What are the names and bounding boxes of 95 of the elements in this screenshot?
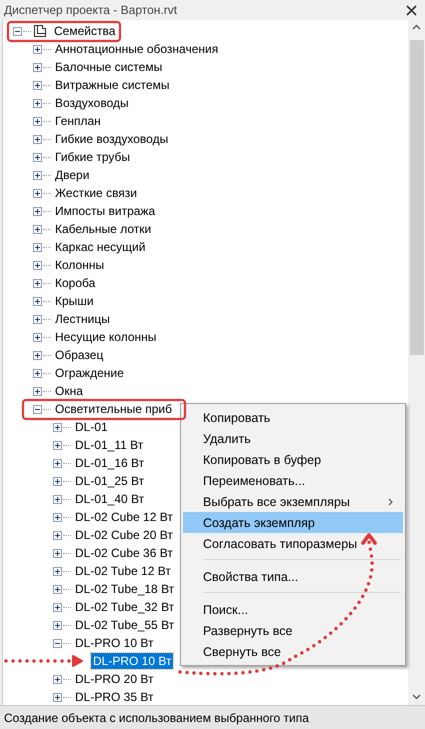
expander-icon[interactable] xyxy=(33,188,42,198)
tree-item[interactable]: Крыши xyxy=(53,293,96,309)
tree-item[interactable]: DL-02 Tube_55 Вт xyxy=(73,617,176,633)
tree-item[interactable]: Балочные системы xyxy=(53,59,164,75)
tree-item[interactable]: Колонны xyxy=(53,257,106,273)
expander-icon[interactable] xyxy=(33,296,42,306)
tree-item[interactable]: Семейства xyxy=(52,23,118,39)
expander-icon[interactable] xyxy=(33,242,42,252)
expander-icon[interactable] xyxy=(33,206,42,216)
tree-item[interactable]: DL-02 Tube 12 Вт xyxy=(73,563,173,579)
menu-item[interactable]: Копировать в буфер xyxy=(183,449,403,470)
menu-item[interactable]: Свойства типа... xyxy=(183,566,403,587)
expander-icon[interactable] xyxy=(33,170,42,180)
tree-item[interactable]: Каркас несущий xyxy=(53,239,148,255)
expander-icon[interactable] xyxy=(53,494,62,504)
expander-icon[interactable] xyxy=(33,98,42,108)
tree-item[interactable]: Аннотационные обозначения xyxy=(53,41,220,57)
expander-icon[interactable] xyxy=(33,260,42,270)
scroll-up-icon[interactable] xyxy=(412,24,421,30)
tree-item[interactable]: Несущие колонны xyxy=(53,329,158,345)
tree-item[interactable]: DL-01_11 Вт xyxy=(73,437,146,453)
menu-item[interactable]: Удалить xyxy=(183,428,403,449)
tree-item[interactable]: Образец xyxy=(53,347,106,363)
expander-icon[interactable] xyxy=(53,458,62,468)
tree-item[interactable]: Воздуховоды xyxy=(53,95,131,111)
chevron-right-icon xyxy=(388,498,393,506)
tree-item[interactable]: Жесткие связи xyxy=(53,185,140,201)
tree-item[interactable]: Двери xyxy=(53,167,92,183)
expander-icon[interactable] xyxy=(53,440,62,450)
tree-item[interactable]: DL-01_40 Вт xyxy=(73,491,146,507)
tree-item[interactable]: DL-01 xyxy=(73,419,110,435)
expander-icon[interactable] xyxy=(33,152,42,162)
window-title: Диспетчер проекта - Вартон.rvt xyxy=(4,3,178,17)
expander-icon[interactable] xyxy=(53,638,62,648)
tree-item[interactable]: DL-01_25 Вт xyxy=(73,473,146,489)
expander-icon[interactable] xyxy=(53,602,62,612)
expander-icon[interactable] xyxy=(53,530,62,540)
expander-icon[interactable] xyxy=(33,386,42,396)
tree-item[interactable]: DL-02 Cube 20 Вт xyxy=(73,527,175,543)
tree-item[interactable]: Ограждение xyxy=(53,365,126,381)
tree-item[interactable]: DL-PRO 10 Вт xyxy=(73,635,156,651)
expander-icon[interactable] xyxy=(53,476,62,486)
expander-icon[interactable] xyxy=(53,512,62,522)
scroll-thumb[interactable] xyxy=(410,40,424,355)
expander-icon[interactable] xyxy=(33,44,42,54)
menu-item[interactable]: Свернуть все xyxy=(183,641,403,662)
menu-item[interactable]: Переименовать... xyxy=(183,470,403,491)
expander-icon[interactable] xyxy=(13,26,22,36)
expander-icon[interactable] xyxy=(53,548,62,558)
tree-item[interactable]: Импосты витража xyxy=(53,203,158,219)
expander-icon[interactable] xyxy=(33,80,42,90)
expander-icon[interactable] xyxy=(53,584,62,594)
tree-item[interactable]: DL-01_16 Вт xyxy=(73,455,146,471)
tree-item[interactable]: Окна xyxy=(53,383,85,399)
tree-item[interactable]: Витражные системы xyxy=(53,77,172,93)
expander-icon[interactable] xyxy=(53,566,62,576)
expander-icon[interactable] xyxy=(33,368,42,378)
tree-item[interactable]: Гибкие трубы xyxy=(53,149,132,165)
menu-item[interactable]: Развернуть все xyxy=(183,620,403,641)
expander-icon[interactable] xyxy=(33,116,42,126)
menu-item[interactable]: Выбрать все экземпляры xyxy=(183,491,403,512)
tree-item[interactable]: Генплан xyxy=(53,113,103,129)
tree-item[interactable]: DL-PRO 10 Вт xyxy=(91,653,174,669)
expander-icon[interactable] xyxy=(53,422,62,432)
expander-icon[interactable] xyxy=(33,314,42,324)
scrollbar[interactable] xyxy=(408,20,425,705)
close-icon[interactable] xyxy=(406,4,417,16)
menu-item[interactable]: Создать экземпляр xyxy=(183,512,403,533)
expander-icon[interactable] xyxy=(33,62,42,72)
family-icon xyxy=(33,24,47,38)
menu-item[interactable]: Поиск... xyxy=(183,599,403,620)
tree-item[interactable]: Гибкие воздуховоды xyxy=(53,131,170,147)
menu-item[interactable]: Согласовать типоразмеры xyxy=(183,533,403,554)
tree-item[interactable]: Осветительные приб xyxy=(53,401,174,417)
tree-item[interactable]: DL-PRO 20 Вт xyxy=(73,671,156,687)
expander-icon[interactable] xyxy=(33,350,42,360)
expander-icon[interactable] xyxy=(33,224,42,234)
expander-icon[interactable] xyxy=(53,620,62,630)
tree-item[interactable]: DL-02 Cube 12 Вт xyxy=(73,509,175,525)
status-text: Создание объекта с использованием выбранного типа xyxy=(4,710,309,724)
expander-icon[interactable] xyxy=(33,278,42,288)
scroll-down-icon[interactable] xyxy=(412,694,421,700)
expander-icon[interactable] xyxy=(33,404,42,414)
expander-icon[interactable] xyxy=(53,692,62,702)
expander-icon[interactable] xyxy=(33,332,42,342)
tree-item[interactable]: Кабельные лотки xyxy=(53,221,154,237)
tree-item[interactable]: Короба xyxy=(53,275,98,291)
tree-item[interactable]: DL-02 Cube 36 Вт xyxy=(73,545,175,561)
tree-item[interactable]: DL-02 Tube_32 Вт xyxy=(73,599,176,615)
tree-item[interactable]: Лестницы xyxy=(53,311,112,327)
tree-item[interactable]: DL-PRO 35 Вт xyxy=(73,689,156,705)
menu-item[interactable]: Копировать xyxy=(183,407,403,428)
expander-icon[interactable] xyxy=(53,674,62,684)
tree-item[interactable]: DL-02 Tube_18 Вт xyxy=(73,581,176,597)
expander-icon[interactable] xyxy=(33,134,42,144)
